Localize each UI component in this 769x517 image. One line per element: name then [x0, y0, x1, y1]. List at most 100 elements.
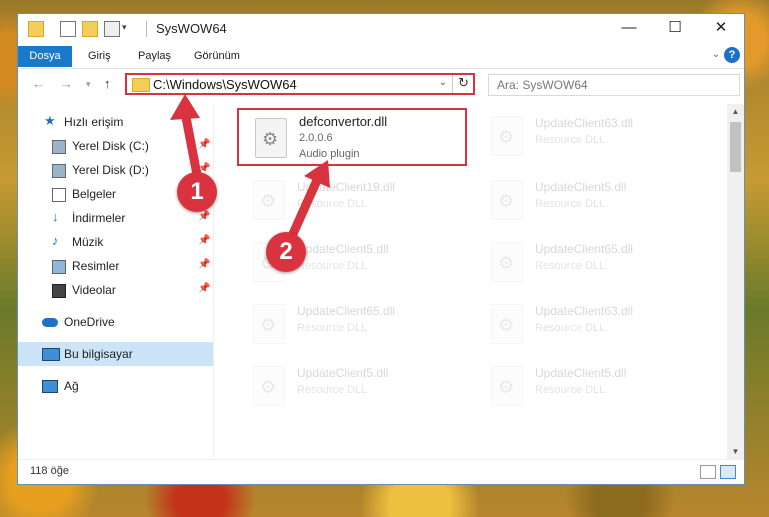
- title-bar: ▾ SysWOW64 — ☐ ✕: [18, 14, 744, 44]
- file-name: UpdateClient63.dll: [535, 304, 634, 318]
- tab-home[interactable]: Giriş: [78, 46, 121, 67]
- file-description: Resource DLL: [535, 322, 606, 334]
- search-placeholder: Ara: SysWOW64: [497, 78, 588, 92]
- drive-icon: [52, 164, 66, 178]
- file-tile[interactable]: ⚙ UpdateClient63.dll Resource DLL: [475, 108, 705, 166]
- cloud-icon: [42, 318, 58, 327]
- forward-arrow-icon[interactable]: →: [60, 76, 73, 91]
- gear-icon: ⚙: [498, 315, 515, 335]
- nav-item-disk-c[interactable]: Yerel Disk (C:) 📌: [18, 134, 213, 158]
- file-name: defconvertor.dll: [299, 114, 388, 129]
- address-path[interactable]: C:\Windows\SysWOW64: [153, 77, 297, 92]
- title-divider: [146, 21, 147, 37]
- nav-item-this-pc[interactable]: Bu bilgisayar: [18, 342, 213, 366]
- folder-icon: [132, 78, 150, 92]
- nav-item-onedrive[interactable]: OneDrive: [18, 310, 213, 334]
- file-tile[interactable]: ⚙ UpdateClient65.dll Resource DLL: [475, 234, 705, 292]
- file-description: Resource DLL: [535, 384, 606, 396]
- maximize-button[interactable]: ☐: [652, 14, 698, 44]
- nav-item-label: Yerel Disk (D:): [72, 163, 149, 177]
- callout-badge-1: 1: [177, 172, 217, 212]
- nav-item-label: Ağ: [64, 379, 79, 393]
- nav-item-network[interactable]: Ağ: [18, 374, 213, 398]
- address-dropdown-icon[interactable]: ⌄: [439, 77, 447, 88]
- nav-item-quick-access[interactable]: ★ Hızlı erişim: [18, 110, 213, 134]
- nav-item-videos[interactable]: Videolar 📌: [18, 278, 213, 302]
- tab-view[interactable]: Görünüm: [184, 46, 250, 67]
- file-tile[interactable]: ⚙ UpdateClient5.dll Resource DLL: [475, 358, 705, 416]
- dll-file-icon: ⚙: [491, 116, 523, 156]
- pin-icon[interactable]: 📌: [198, 235, 210, 246]
- scroll-up-icon[interactable]: ▲: [727, 104, 744, 120]
- file-tile[interactable]: ⚙ UpdateClient65.dll Resource DLL: [237, 296, 467, 354]
- address-bar[interactable]: C:\Windows\SysWOW64 ⌄ ↻: [125, 73, 475, 95]
- folder-icon: [28, 21, 44, 37]
- customize-toolbar-icon[interactable]: [104, 21, 120, 37]
- file-tile[interactable]: ⚙ UpdateClient5.dll Resource DLL: [237, 358, 467, 416]
- nav-item-label: Resimler: [72, 259, 120, 273]
- quick-access-dropdown-icon[interactable]: ▾: [122, 22, 127, 33]
- help-button[interactable]: ?: [724, 47, 740, 63]
- file-tile-defconvertor[interactable]: ⚙ defconvertor.dll 2.0.0.6 Audio plugin: [237, 108, 467, 166]
- file-tile[interactable]: ⚙ UpdateClient19.dll Resource DLL: [237, 172, 467, 230]
- up-arrow-icon[interactable]: ↑: [104, 76, 111, 91]
- file-description: Resource DLL: [535, 134, 606, 146]
- pin-icon[interactable]: 📌: [198, 139, 210, 150]
- gear-icon: ⚙: [262, 129, 279, 149]
- music-icon: ♪: [52, 233, 59, 248]
- file-description: Resource DLL: [297, 198, 368, 210]
- file-list: ⚙ defconvertor.dll 2.0.0.6 Audio plugin …: [223, 104, 728, 460]
- video-icon: [52, 284, 66, 298]
- back-arrow-icon[interactable]: ←: [32, 76, 45, 91]
- expand-ribbon-icon[interactable]: ⌄: [712, 49, 720, 60]
- file-description: Resource DLL: [535, 260, 606, 272]
- file-tile[interactable]: ⚙ UpdateClient63.dll Resource DLL: [475, 296, 705, 354]
- callout-badge-2: 2: [266, 232, 306, 272]
- properties-icon[interactable]: [60, 21, 76, 37]
- star-icon: ★: [44, 113, 56, 128]
- pictures-icon: [52, 260, 66, 274]
- download-icon: ↓: [52, 209, 59, 224]
- nav-item-pictures[interactable]: Resimler 📌: [18, 254, 213, 278]
- item-count: 118 öğe: [30, 465, 69, 477]
- new-folder-icon[interactable]: [82, 21, 98, 37]
- nav-item-label: Bu bilgisayar: [64, 347, 133, 361]
- minimize-button[interactable]: —: [606, 14, 652, 44]
- dll-file-icon: ⚙: [255, 118, 287, 158]
- file-description: Resource DLL: [535, 198, 606, 210]
- nav-item-label: İndirmeler: [72, 211, 126, 225]
- tab-file[interactable]: Dosya: [18, 46, 72, 67]
- drive-icon: [52, 140, 66, 154]
- file-name: UpdateClient65.dll: [297, 304, 396, 318]
- scroll-thumb[interactable]: [730, 122, 741, 172]
- gear-icon: ⚙: [498, 253, 515, 273]
- nav-item-music[interactable]: ♪ Müzik 📌: [18, 230, 213, 254]
- scroll-down-icon[interactable]: ▼: [727, 444, 744, 460]
- refresh-icon[interactable]: ↻: [458, 75, 469, 91]
- file-name: UpdateClient19.dll: [297, 180, 396, 194]
- nav-item-label: Videolar: [72, 283, 116, 297]
- search-input[interactable]: Ara: SysWOW64: [488, 74, 740, 96]
- file-name: UpdateClient5.dll: [297, 366, 389, 380]
- file-name: UpdateClient5.dll: [535, 366, 627, 380]
- file-name: UpdateClient63.dll: [535, 116, 634, 130]
- close-button[interactable]: ✕: [698, 14, 744, 44]
- vertical-scrollbar[interactable]: ▲ ▼: [727, 104, 744, 460]
- file-description: Resource DLL: [297, 260, 368, 272]
- gear-icon: ⚙: [498, 127, 515, 147]
- dll-file-icon: ⚙: [491, 366, 523, 406]
- address-row: ← → ▾ ↑ C:\Windows\SysWOW64 ⌄ ↻ Ara: Sys…: [18, 70, 744, 100]
- file-description: Resource DLL: [297, 384, 368, 396]
- navigation-pane: ★ Hızlı erişim Yerel Disk (C:) 📌 Yerel D…: [18, 104, 213, 460]
- nav-item-downloads[interactable]: ↓ İndirmeler 📌: [18, 206, 213, 230]
- file-tile[interactable]: ⚙ UpdateClient5.dll Resource DLL: [475, 172, 705, 230]
- pin-icon[interactable]: 📌: [198, 283, 210, 294]
- recent-locations-icon[interactable]: ▾: [86, 79, 91, 90]
- nav-item-label: Yerel Disk (C:): [72, 139, 149, 153]
- pin-icon[interactable]: 📌: [198, 259, 210, 270]
- tiles-view-icon[interactable]: [720, 465, 736, 479]
- pin-icon[interactable]: 📌: [198, 211, 210, 222]
- window-title: SysWOW64: [156, 21, 227, 36]
- details-view-icon[interactable]: [700, 465, 716, 479]
- tab-share[interactable]: Paylaş: [128, 46, 181, 67]
